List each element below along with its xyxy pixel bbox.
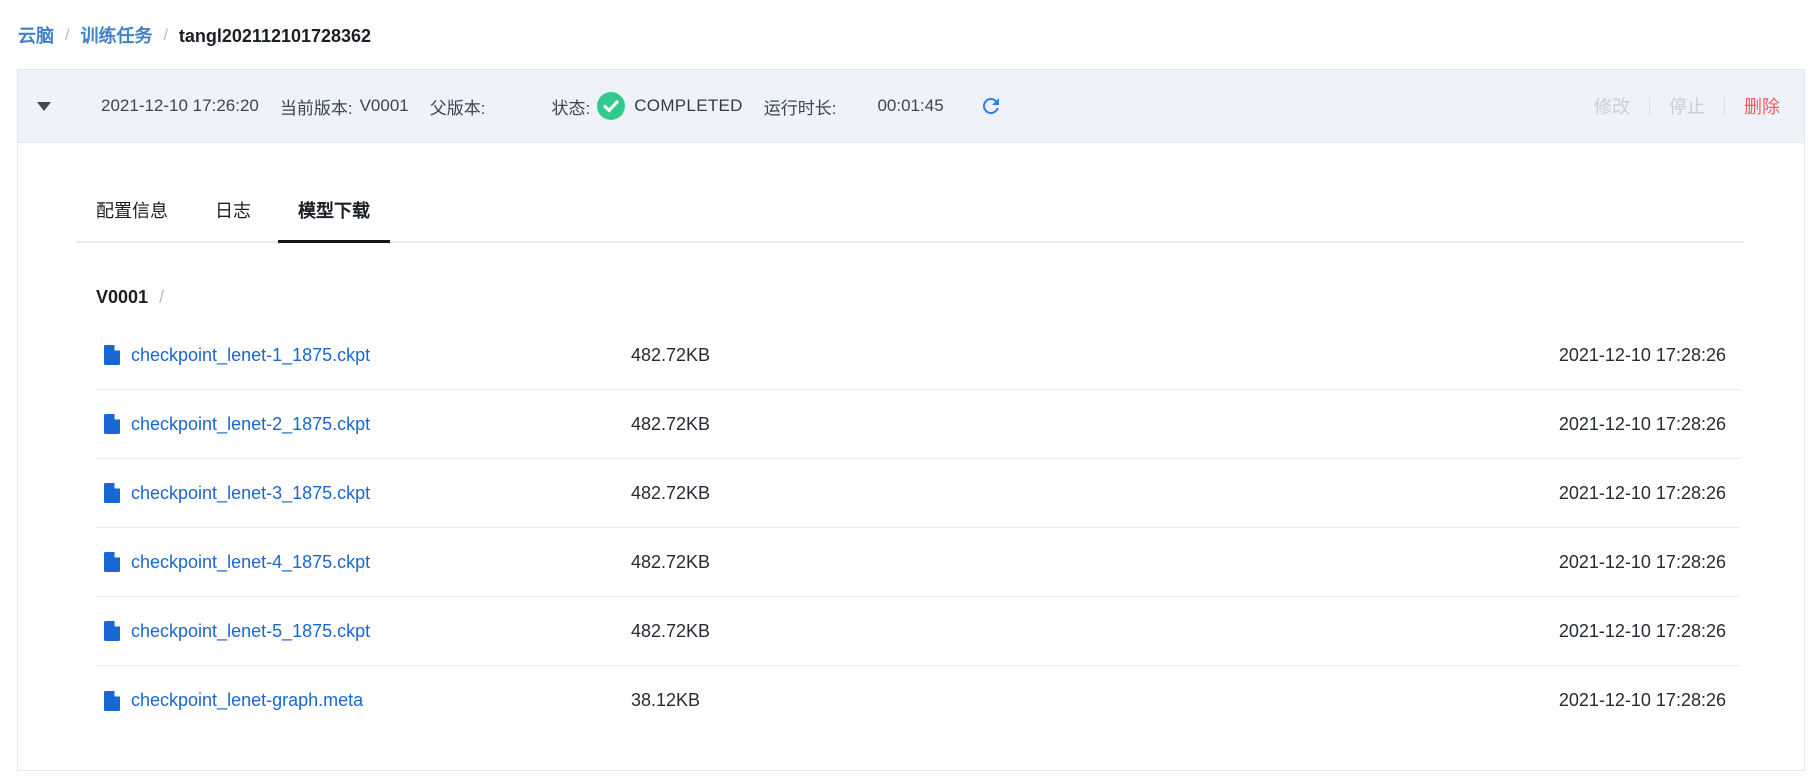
status-group: 状态: COMPLETED <box>552 92 743 120</box>
document-icon <box>104 345 120 365</box>
stop-button[interactable]: 停止 <box>1669 93 1705 119</box>
header-actions: 修改 停止 删除 <box>1594 93 1780 119</box>
duration-group: 运行时长: 00:01:45 <box>764 94 944 119</box>
version-header-bar: 2021-12-10 17:26:20 当前版本: V0001 父版本: 状态:… <box>18 70 1804 143</box>
file-row: checkpoint_lenet-graph.meta 38.12KB 2021… <box>96 666 1740 735</box>
file-download-link[interactable]: checkpoint_lenet-4_1875.ckpt <box>131 552 370 573</box>
file-download-link[interactable]: checkpoint_lenet-5_1875.ckpt <box>131 621 370 642</box>
file-size: 38.12KB <box>631 690 700 711</box>
tab-config-info[interactable]: 配置信息 <box>76 199 188 241</box>
training-task-card: 2021-12-10 17:26:20 当前版本: V0001 父版本: 状态:… <box>17 69 1805 771</box>
parent-version-label: 父版本: <box>430 94 486 119</box>
breadcrumb-link-cloudbrain[interactable]: 云脑 <box>18 24 54 48</box>
file-row: checkpoint_lenet-3_1875.ckpt 482.72KB 20… <box>96 459 1740 528</box>
file-name-cell: checkpoint_lenet-3_1875.ckpt <box>96 483 631 504</box>
file-size: 482.72KB <box>631 483 710 504</box>
action-divider <box>1724 97 1725 115</box>
current-version-value: V0001 <box>360 96 409 116</box>
duration-value: 00:01:45 <box>877 96 943 116</box>
refresh-icon[interactable] <box>979 94 1003 118</box>
file-path-breadcrumb: V0001 / <box>96 285 1740 309</box>
path-version-link[interactable]: V0001 <box>96 287 148 307</box>
file-size: 482.72KB <box>631 414 710 435</box>
model-file-browser: V0001 / checkpoint_lenet-1_1875.ckpt 482… <box>96 285 1740 735</box>
tab-model-download[interactable]: 模型下载 <box>278 199 390 241</box>
file-list: checkpoint_lenet-1_1875.ckpt 482.72KB 20… <box>96 321 1740 735</box>
duration-label: 运行时长: <box>764 94 837 119</box>
breadcrumb-separator: / <box>65 24 69 48</box>
breadcrumb-separator: / <box>163 24 167 48</box>
version-timestamp: 2021-12-10 17:26:20 <box>101 96 259 116</box>
file-modified-time: 2021-12-10 17:28:26 <box>1559 690 1740 711</box>
file-name-cell: checkpoint_lenet-4_1875.ckpt <box>96 552 631 573</box>
file-download-link[interactable]: checkpoint_lenet-3_1875.ckpt <box>131 483 370 504</box>
current-version-label: 当前版本: <box>280 94 353 119</box>
file-download-link[interactable]: checkpoint_lenet-graph.meta <box>131 690 363 711</box>
delete-button[interactable]: 删除 <box>1744 93 1780 119</box>
file-modified-time: 2021-12-10 17:28:26 <box>1559 483 1740 504</box>
file-name-cell: checkpoint_lenet-graph.meta <box>96 690 631 711</box>
modify-button[interactable]: 修改 <box>1594 93 1630 119</box>
file-download-link[interactable]: checkpoint_lenet-1_1875.ckpt <box>131 345 370 366</box>
file-size: 482.72KB <box>631 621 710 642</box>
parent-version-group: 父版本: <box>430 94 531 119</box>
file-row: checkpoint_lenet-4_1875.ckpt 482.72KB 20… <box>96 528 1740 597</box>
document-icon <box>104 691 120 711</box>
file-name-cell: checkpoint_lenet-2_1875.ckpt <box>96 414 631 435</box>
file-row: checkpoint_lenet-5_1875.ckpt 482.72KB 20… <box>96 597 1740 666</box>
breadcrumb-link-training-tasks[interactable]: 训练任务 <box>80 24 152 48</box>
document-icon <box>104 552 120 572</box>
status-badge: COMPLETED <box>634 96 743 116</box>
path-separator: / <box>159 287 164 307</box>
document-icon <box>104 621 120 641</box>
file-row: checkpoint_lenet-2_1875.ckpt 482.72KB 20… <box>96 390 1740 459</box>
document-icon <box>104 414 120 434</box>
action-divider <box>1649 97 1650 115</box>
file-modified-time: 2021-12-10 17:28:26 <box>1559 552 1740 573</box>
status-label: 状态: <box>552 94 591 119</box>
collapse-caret-icon[interactable] <box>37 102 51 111</box>
file-download-link[interactable]: checkpoint_lenet-2_1875.ckpt <box>131 414 370 435</box>
tab-bar: 配置信息 日志 模型下载 <box>76 199 1744 243</box>
breadcrumb: 云脑 / 训练任务 / tangl202112101728362 <box>0 0 1819 48</box>
file-size: 482.72KB <box>631 345 710 366</box>
document-icon <box>104 483 120 503</box>
file-name-cell: checkpoint_lenet-5_1875.ckpt <box>96 621 631 642</box>
current-version-group: 当前版本: V0001 <box>280 94 409 119</box>
file-size: 482.72KB <box>631 552 710 573</box>
file-name-cell: checkpoint_lenet-1_1875.ckpt <box>96 345 631 366</box>
check-circle-icon <box>597 92 625 120</box>
file-row: checkpoint_lenet-1_1875.ckpt 482.72KB 20… <box>96 321 1740 390</box>
file-modified-time: 2021-12-10 17:28:26 <box>1559 414 1740 435</box>
file-modified-time: 2021-12-10 17:28:26 <box>1559 621 1740 642</box>
file-modified-time: 2021-12-10 17:28:26 <box>1559 345 1740 366</box>
breadcrumb-task-name: tangl202112101728362 <box>179 24 371 48</box>
tab-logs[interactable]: 日志 <box>195 199 271 241</box>
